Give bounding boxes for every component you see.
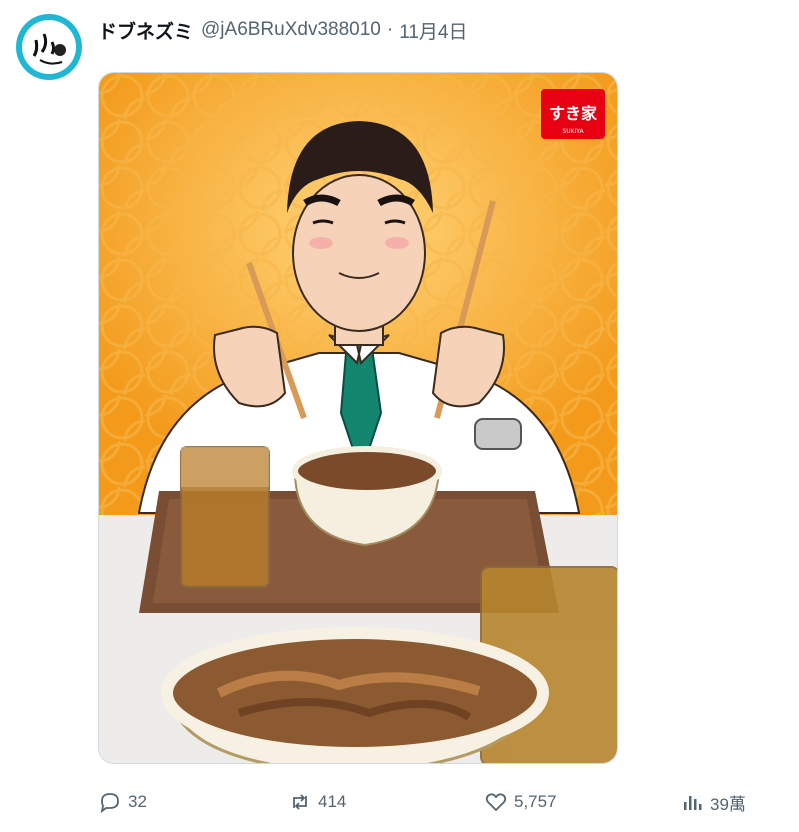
sukiya-logo-badge: すき家 SUKIYA: [541, 89, 605, 139]
author-display-name[interactable]: ドブネズミ: [98, 17, 193, 44]
user-avatar[interactable]: [16, 14, 82, 80]
heart-icon: [485, 793, 507, 812]
svg-text:すき家: すき家: [549, 104, 598, 123]
like-button[interactable]: 5,757: [484, 784, 557, 820]
post-date[interactable]: 11月4日: [399, 17, 467, 44]
avatar-face-icon: [22, 20, 76, 74]
header-separator: ·: [386, 19, 394, 40]
reply-button[interactable]: 32: [98, 784, 147, 820]
view-count: 39萬: [710, 794, 746, 814]
svg-text:SUKIYA: SUKIYA: [562, 128, 584, 135]
reply-icon: [100, 793, 119, 814]
post-media-image[interactable]: すき家 SUKIYA: [98, 72, 618, 764]
author-handle[interactable]: @jA6BRuXdv388010: [201, 19, 381, 41]
repost-count: 414: [318, 792, 347, 811]
views-chart-icon: [684, 796, 702, 810]
repost-button[interactable]: 414: [288, 784, 346, 820]
repost-icon: [293, 794, 307, 810]
views-button[interactable]: 39萬: [680, 784, 746, 820]
post-header: ドブネズミ @jA6BRuXdv388010 · 11月4日: [98, 16, 468, 44]
post-actions-bar: 32 414 5,757 39萬: [98, 784, 778, 820]
like-count: 5,757: [514, 792, 557, 811]
reply-count: 32: [128, 792, 147, 811]
